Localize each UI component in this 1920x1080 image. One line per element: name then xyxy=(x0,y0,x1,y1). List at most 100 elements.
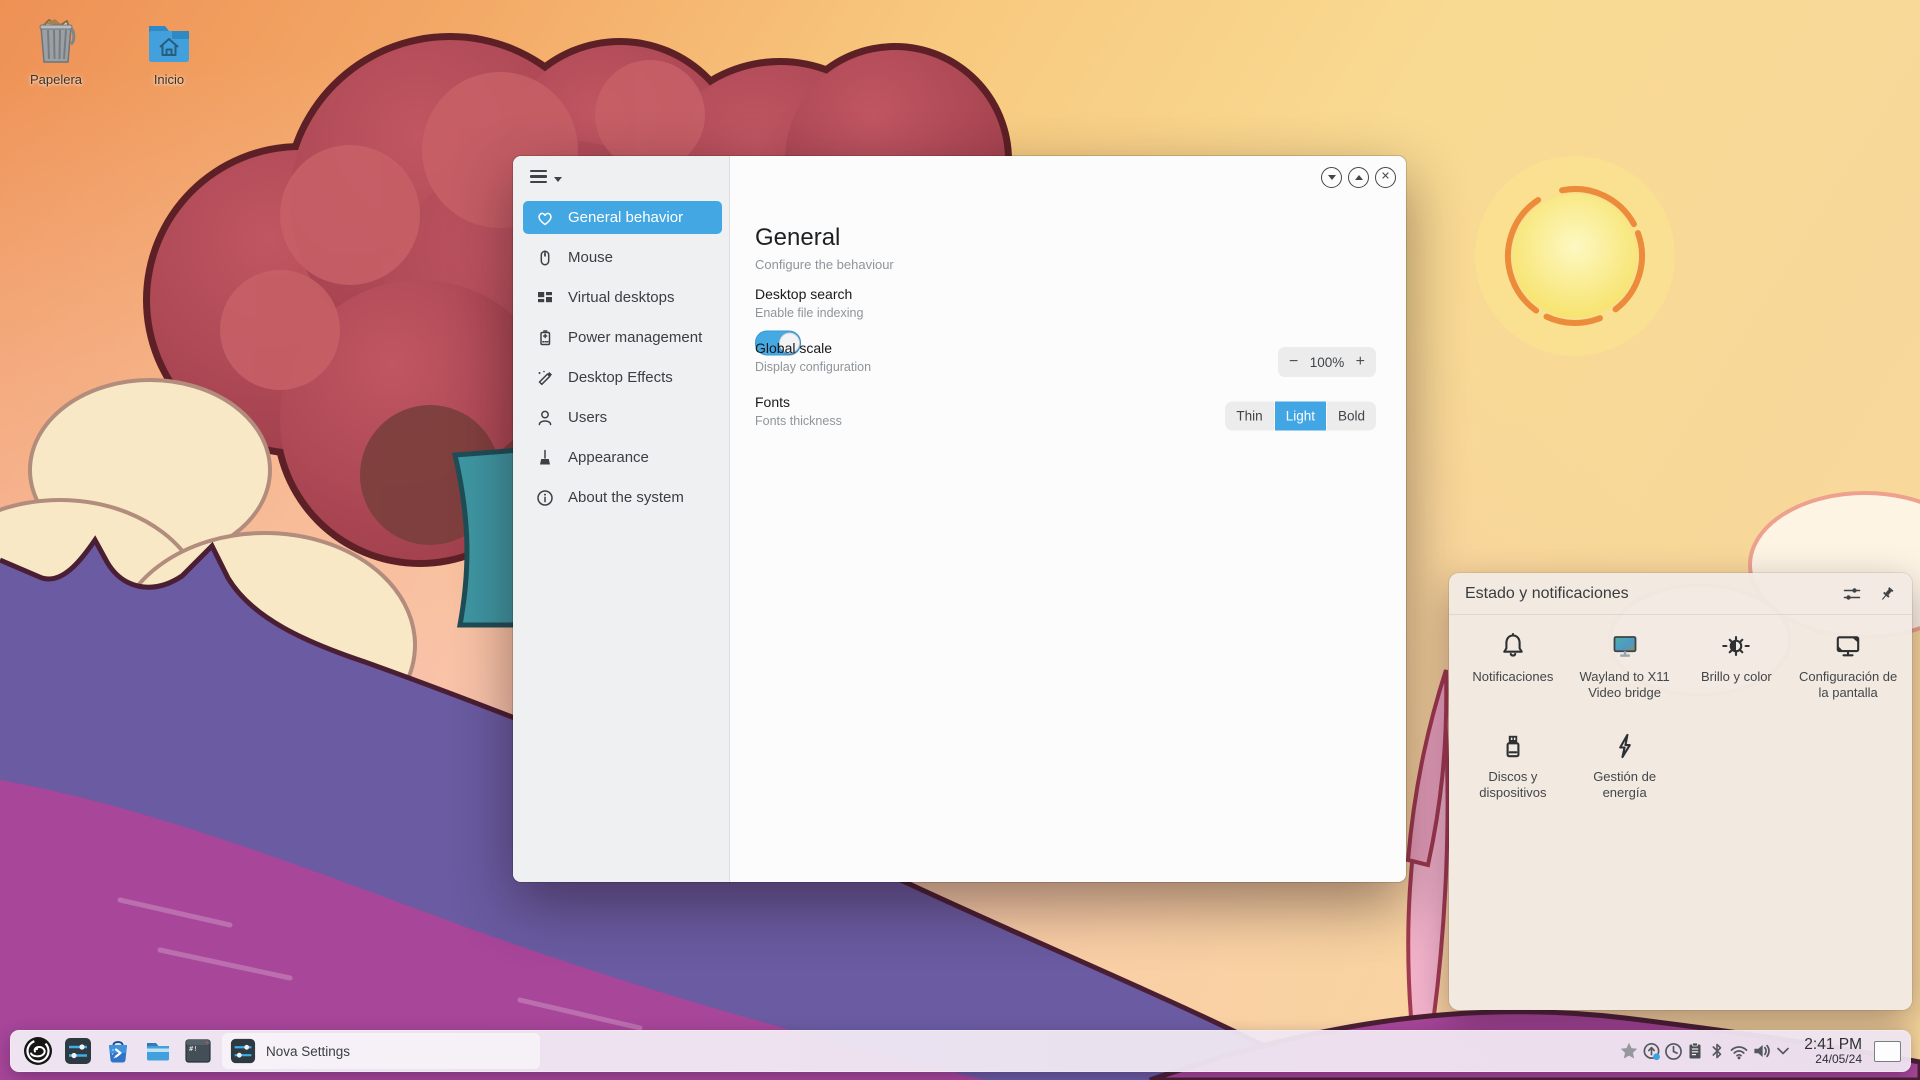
chevron-down-icon xyxy=(1773,1041,1793,1061)
pin-icon[interactable] xyxy=(1878,585,1896,603)
pinned-discover-button[interactable] xyxy=(98,1033,138,1069)
sidebar-item-power-management[interactable]: Power management xyxy=(523,321,722,354)
font-light-button[interactable]: Light xyxy=(1275,402,1326,431)
brush-icon xyxy=(535,448,555,468)
tray-clipboard[interactable] xyxy=(1684,1040,1706,1062)
taskbar: #! Nova Settings xyxy=(10,1030,1911,1072)
info-icon xyxy=(535,488,555,508)
pinned-terminal-button[interactable]: #! xyxy=(178,1033,218,1069)
tray-clock-widget[interactable] xyxy=(1662,1040,1684,1062)
popup-item-disks-devices[interactable]: Discos y dispositivos xyxy=(1457,731,1569,801)
heart-icon xyxy=(535,208,555,228)
bell-icon xyxy=(1498,631,1528,661)
decrease-button[interactable]: − xyxy=(1289,354,1298,370)
settings-content: ✕ General Configure the behaviour Deskto… xyxy=(730,156,1406,882)
task-label: Nova Settings xyxy=(266,1044,350,1059)
updates-icon xyxy=(1641,1041,1662,1062)
scale-value: 100% xyxy=(1310,355,1345,370)
display-settings-icon xyxy=(1833,631,1863,661)
settings-app-icon xyxy=(64,1037,92,1065)
tray-updates[interactable] xyxy=(1640,1040,1662,1062)
sidebar-nav: General behavior Mouse Virtual desktops xyxy=(513,201,729,521)
discover-store-icon xyxy=(104,1037,132,1065)
popup-item-brightness-color[interactable]: Brillo y color xyxy=(1681,631,1793,701)
sidebar-item-appearance[interactable]: Appearance xyxy=(523,441,722,474)
configure-icon[interactable] xyxy=(1842,584,1862,604)
svg-text:#!: #! xyxy=(189,1045,197,1053)
increase-button[interactable]: + xyxy=(1356,354,1365,370)
popup-title: Estado y notificaciones xyxy=(1465,585,1842,603)
volume-icon xyxy=(1750,1040,1772,1062)
popup-item-power-management[interactable]: Gestión de energía xyxy=(1569,731,1681,801)
menu-button[interactable] xyxy=(530,170,570,186)
settings-app-icon xyxy=(230,1038,256,1064)
show-desktop-button[interactable] xyxy=(1874,1041,1901,1062)
popup-item-display-config[interactable]: Configuración de la pantalla xyxy=(1792,631,1904,701)
setting-row-desktop-search: Desktop search Enable file indexing xyxy=(755,286,1376,330)
setting-row-global-scale: Global scale Display configuration − 100… xyxy=(755,340,1376,384)
digital-clock[interactable]: 2:41 PM 24/05/24 xyxy=(1804,1036,1862,1066)
desktop-icon-label: Inicio xyxy=(121,72,217,87)
app-launcher-button[interactable] xyxy=(18,1033,58,1069)
usb-drive-icon xyxy=(1498,731,1528,761)
tray-expand-arrow[interactable] xyxy=(1772,1040,1794,1062)
clock-icon xyxy=(1663,1041,1684,1062)
star-icon xyxy=(1618,1040,1640,1062)
sidebar: General behavior Mouse Virtual desktops xyxy=(513,156,730,882)
clipboard-icon xyxy=(1685,1041,1705,1061)
global-scale-spinbox: − 100% + xyxy=(1278,347,1376,377)
font-bold-button[interactable]: Bold xyxy=(1327,402,1376,431)
wifi-icon xyxy=(1728,1040,1750,1062)
hamburger-icon xyxy=(530,170,547,186)
maximize-button[interactable] xyxy=(1348,167,1369,188)
font-thickness-segmented: Thin Light Bold xyxy=(1225,402,1376,431)
sidebar-item-about[interactable]: About the system xyxy=(523,481,722,514)
trash-icon xyxy=(29,14,83,68)
pinned-files-button[interactable] xyxy=(138,1033,178,1069)
sidebar-item-general-behavior[interactable]: General behavior xyxy=(523,201,722,234)
close-button[interactable]: ✕ xyxy=(1375,167,1396,188)
sidebar-item-desktop-effects[interactable]: Desktop Effects xyxy=(523,361,722,394)
folder-icon xyxy=(144,1037,172,1065)
settings-window: General behavior Mouse Virtual desktops xyxy=(513,156,1406,882)
popup-header: Estado y notificaciones xyxy=(1449,573,1912,615)
font-thin-button[interactable]: Thin xyxy=(1225,402,1273,431)
minimize-icon xyxy=(1328,175,1336,180)
grid-icon xyxy=(535,288,555,308)
battery-icon xyxy=(535,328,555,348)
titlebar-buttons: ✕ xyxy=(1321,167,1396,188)
minimize-button[interactable] xyxy=(1321,167,1342,188)
chevron-down-icon xyxy=(554,177,562,182)
sidebar-item-users[interactable]: Users xyxy=(523,401,722,434)
mouse-icon xyxy=(535,248,555,268)
clock-time: 2:41 PM xyxy=(1804,1036,1862,1053)
magic-wand-icon xyxy=(535,368,555,388)
desktop-icon-home[interactable]: Inicio xyxy=(121,14,217,87)
sidebar-item-mouse[interactable]: Mouse xyxy=(523,241,722,274)
status-notifications-popup: Estado y notificaciones Notificaciones xyxy=(1449,573,1912,1010)
user-icon xyxy=(535,408,555,428)
clock-date: 24/05/24 xyxy=(1804,1053,1862,1066)
popup-item-notifications[interactable]: Notificaciones xyxy=(1457,631,1569,701)
sidebar-item-virtual-desktops[interactable]: Virtual desktops xyxy=(523,281,722,314)
energy-bolt-icon xyxy=(1610,731,1640,761)
page-title: General xyxy=(755,224,840,252)
close-icon: ✕ xyxy=(1381,172,1390,183)
setting-row-fonts: Fonts Fonts thickness Thin Light Bold xyxy=(755,394,1376,438)
opensuse-logo-icon xyxy=(23,1036,53,1066)
popup-item-video-bridge[interactable]: Wayland to X11 Video bridge xyxy=(1569,631,1681,701)
desktop-icon-trash[interactable]: Papelera xyxy=(8,14,104,87)
tray-favorites[interactable] xyxy=(1618,1040,1640,1062)
desktop-icon-label: Papelera xyxy=(8,72,104,87)
page-subtitle: Configure the behaviour xyxy=(755,257,894,272)
tray-bluetooth[interactable] xyxy=(1706,1040,1728,1062)
tray-volume[interactable] xyxy=(1750,1040,1772,1062)
maximize-icon xyxy=(1355,175,1363,180)
video-bridge-icon xyxy=(1610,631,1640,661)
bluetooth-icon xyxy=(1707,1041,1727,1061)
tray-wifi[interactable] xyxy=(1728,1040,1750,1062)
taskbar-task-nova-settings[interactable]: Nova Settings xyxy=(222,1033,540,1069)
terminal-icon: #! xyxy=(184,1037,212,1065)
home-folder-icon xyxy=(142,14,196,68)
pinned-settings-button[interactable] xyxy=(58,1033,98,1069)
